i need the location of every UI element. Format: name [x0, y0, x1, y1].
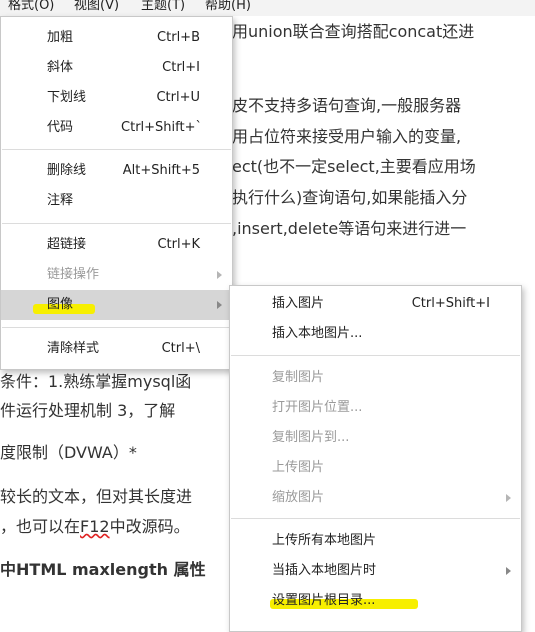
spellcheck-word: F12 — [80, 517, 110, 536]
menu-view[interactable]: 视图(V) — [74, 0, 119, 14]
menu-item-label: 当插入本地图片时 — [272, 563, 377, 578]
menu-theme[interactable]: 主题(T) — [141, 0, 185, 14]
menu-item-clear-style[interactable]: 清除样式 Ctrl+\ — [1, 334, 232, 364]
menu-item-label: 代码 — [47, 120, 74, 135]
menu-item-upload-image: 上传图片 — [230, 453, 521, 483]
menu-format[interactable]: 格式(O) — [8, 0, 54, 14]
menu-item-upload-all-local[interactable]: 上传所有本地图片 — [230, 526, 521, 556]
submenu-arrow-icon — [217, 301, 222, 309]
submenu-arrow-icon — [506, 494, 511, 502]
doc-line: 皮不支持多语句查询,一般服务器 — [232, 96, 462, 115]
menu-item-label: 打开图片位置... — [272, 400, 363, 415]
menu-item-shortcut: Ctrl+\ — [161, 341, 200, 356]
submenu-arrow-icon — [506, 567, 511, 575]
doc-line: ，也可以在F12中改源码。 — [0, 517, 190, 537]
menu-item-shortcut: Ctrl+U — [156, 90, 200, 105]
menu-item-label: 插入本地图片... — [272, 326, 363, 341]
menu-item-shortcut: Ctrl+B — [157, 30, 200, 45]
menu-separator — [231, 518, 520, 519]
menu-item-comment[interactable]: 注释 — [1, 186, 232, 216]
menu-separator — [2, 223, 231, 224]
menu-item-label: 清除样式 — [47, 341, 100, 356]
menu-item-label: 设置图片根目录... — [272, 593, 376, 608]
menu-item-bold[interactable]: 加粗 Ctrl+B — [1, 23, 232, 53]
doc-line: 度限制（DVWA）* — [0, 443, 137, 462]
doc-line: 执行什么)查询语句,如果能插入分 — [232, 188, 468, 207]
menu-item-insert-local-image[interactable]: 插入本地图片... — [230, 319, 521, 349]
menu-item-strikethrough[interactable]: 删除线 Alt+Shift+5 — [1, 156, 232, 186]
menu-help[interactable]: 帮助(H) — [205, 0, 251, 14]
format-menu: 加粗 Ctrl+B 斜体 Ctrl+I 下划线 Ctrl+U 代码 Ctrl+S… — [0, 16, 233, 370]
doc-text: 中改源码。 — [109, 517, 190, 536]
doc-line: 条件：1.熟练掌握mysql函 — [0, 372, 192, 391]
menu-item-shortcut: Ctrl+I — [162, 60, 200, 75]
menu-item-image[interactable]: 图像 — [1, 290, 232, 320]
menu-item-label: 注释 — [47, 193, 74, 208]
menu-item-shortcut: Alt+Shift+5 — [122, 163, 200, 178]
menu-item-label: 删除线 — [47, 163, 87, 178]
menu-item-label: 斜体 — [47, 60, 74, 75]
menu-item-label: 复制图片到... — [272, 430, 350, 445]
menu-item-hyperlink[interactable]: 超链接 Ctrl+K — [1, 230, 232, 260]
menu-item-label: 下划线 — [47, 90, 87, 105]
doc-line: ect(也不一定select,主要看应用场 — [232, 157, 476, 176]
doc-line: ,insert,delete等语句来进行进一 — [232, 219, 467, 238]
menu-item-code[interactable]: 代码 Ctrl+Shift+` — [1, 113, 232, 143]
submenu-arrow-icon — [217, 271, 222, 279]
menu-item-label: 上传图片 — [272, 460, 325, 475]
menu-item-label: 插入图片 — [272, 296, 325, 311]
menu-item-shortcut: Ctrl+Shift+` — [121, 120, 202, 135]
menu-item-open-image-location: 打开图片位置... — [230, 393, 521, 423]
menu-item-shortcut: Ctrl+K — [157, 237, 200, 252]
doc-text: ，也可以在 — [0, 517, 81, 536]
menu-item-copy-image: 复制图片 — [230, 363, 521, 393]
menu-item-italic[interactable]: 斜体 Ctrl+I — [1, 53, 232, 83]
doc-heading-line: 中HTML maxlength 属性 — [0, 560, 206, 580]
menu-item-label: 复制图片 — [272, 370, 325, 385]
menu-item-copy-image-to: 复制图片到... — [230, 423, 521, 453]
doc-line: 较长的文本，但对其长度进 — [0, 487, 193, 506]
doc-line: 件运行处理机制 3，了解 — [0, 401, 176, 420]
doc-line: 用占位符来接受用户输入的变量, — [232, 127, 462, 146]
menu-separator — [231, 355, 520, 356]
menu-item-label: 链接操作 — [47, 267, 100, 282]
doc-text: HTML maxlength 属性 — [16, 560, 206, 579]
menu-item-label: 加粗 — [47, 30, 74, 45]
menu-item-label: 超链接 — [47, 237, 87, 252]
doc-line: 用union联合查询搭配concat还进 — [232, 22, 475, 41]
menu-item-underline[interactable]: 下划线 Ctrl+U — [1, 83, 232, 113]
menu-item-when-insert-local[interactable]: 当插入本地图片时 — [230, 556, 521, 586]
menu-item-shortcut: Ctrl+Shift+I — [411, 296, 490, 311]
menu-item-label: 缩放图片 — [272, 490, 325, 505]
doc-text: 中 — [0, 560, 17, 579]
image-submenu: 插入图片 Ctrl+Shift+I 插入本地图片... 复制图片 打开图片位置.… — [229, 285, 522, 632]
menu-item-label: 图像 — [47, 297, 74, 312]
menu-item-insert-image[interactable]: 插入图片 Ctrl+Shift+I — [230, 289, 521, 319]
menu-bar: 格式(O) 视图(V) 主题(T) 帮助(H) — [0, 0, 535, 16]
menu-separator — [2, 149, 231, 150]
menu-item-set-image-root[interactable]: 设置图片根目录... — [230, 586, 521, 616]
menu-item-link-ops: 链接操作 — [1, 260, 232, 290]
menu-item-scale-image: 缩放图片 — [230, 483, 521, 513]
menu-item-label: 上传所有本地图片 — [272, 533, 377, 548]
menu-separator — [2, 327, 231, 328]
